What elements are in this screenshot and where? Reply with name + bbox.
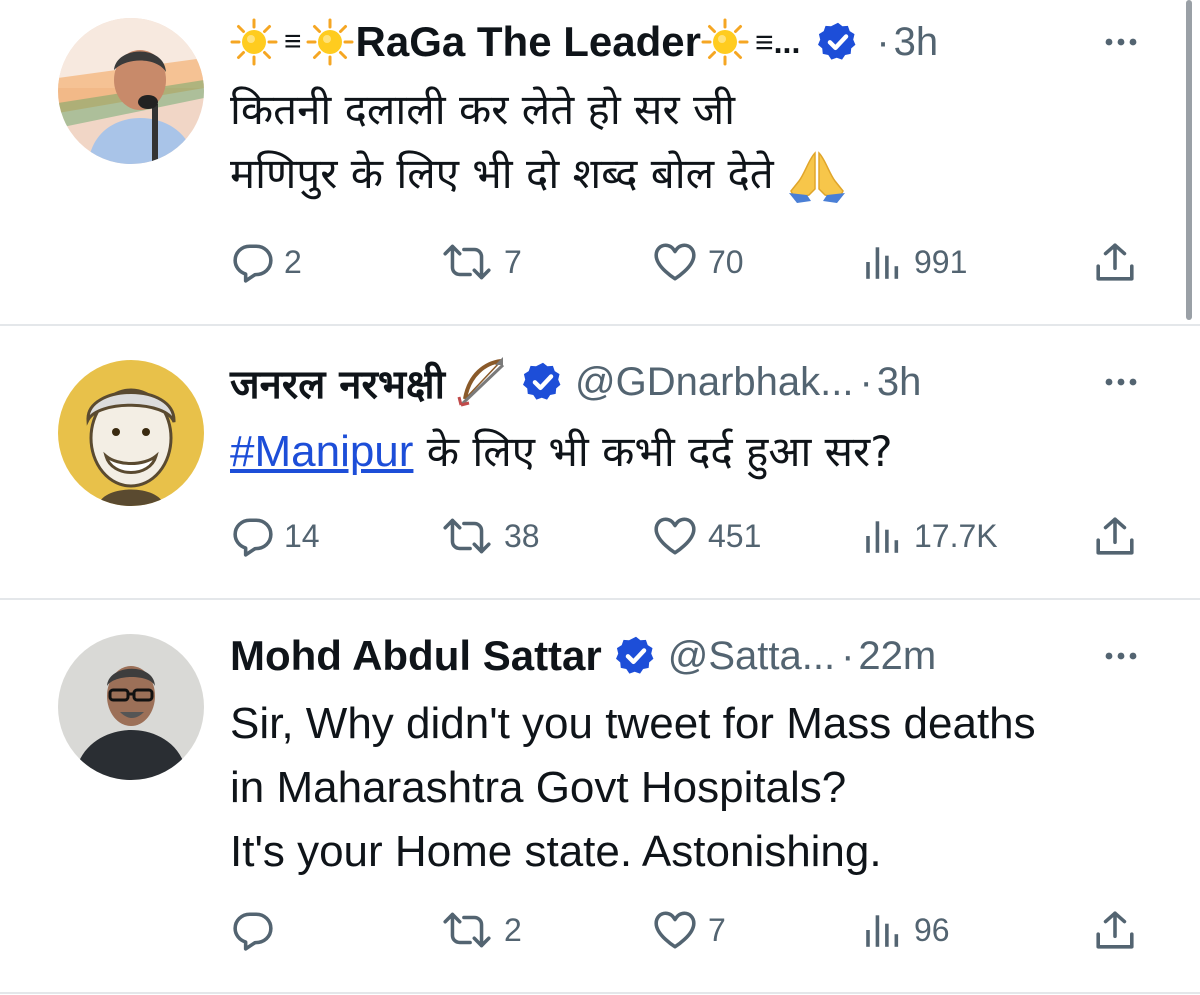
share-icon — [1094, 515, 1136, 557]
tweet-text: कितनी दलाली कर लेते हो सर जी मणिपुर के ल… — [230, 78, 1170, 206]
reply-button[interactable] — [232, 900, 284, 960]
share-icon — [1094, 241, 1136, 283]
display-name[interactable]: जनरल नरभक्षी — [230, 355, 445, 410]
tweet-actions: 14 38 451 17.7K — [0, 506, 1200, 566]
like-icon — [652, 515, 698, 557]
tweet-text-line: कितनी दलाली कर लेते हो सर जी — [230, 85, 736, 134]
views-icon — [862, 909, 904, 951]
tweet-header: जनरल नरभक्षी @GDnarbhak... · 3h — [230, 354, 1140, 410]
tweet-actions: 2 7 96 — [0, 900, 1200, 960]
retweet-button[interactable]: 2 — [440, 900, 522, 960]
handle[interactable]: @GDnarbhak... — [575, 360, 854, 405]
tweet-text-line: मणिपुर के लिए भी दो शब्द बोल देते — [230, 142, 1170, 206]
views-button[interactable]: 17.7K — [862, 506, 998, 566]
retweet-count: 38 — [504, 517, 540, 554]
like-button[interactable]: 451 — [652, 506, 761, 566]
retweet-icon — [440, 515, 494, 557]
reply-icon — [232, 241, 274, 283]
retweet-icon — [440, 909, 494, 951]
avatar[interactable] — [58, 634, 204, 780]
verified-badge-icon — [816, 20, 860, 64]
timestamp[interactable]: 22m — [858, 634, 936, 679]
like-count: 7 — [708, 911, 726, 948]
share-button[interactable] — [1094, 900, 1136, 960]
sun-icon — [230, 18, 278, 66]
views-button[interactable]: 991 — [862, 232, 967, 292]
retweet-count: 7 — [504, 243, 522, 280]
separator-dot: · — [841, 633, 855, 678]
sun-icon — [306, 18, 354, 66]
pray-hands-icon — [789, 150, 846, 203]
tweet-header: ≡ RaGa The Leader ≡... · 3h — [230, 14, 1140, 70]
bow-arrow-icon — [457, 357, 505, 407]
views-icon — [862, 241, 904, 283]
share-button[interactable] — [1094, 232, 1136, 292]
tweet-actions: 2 7 70 991 — [0, 232, 1200, 292]
tweet-card-2[interactable]: जनरल नरभक्षी @GDnarbhak... · 3h #Manipur… — [0, 326, 1200, 600]
share-icon — [1094, 909, 1136, 951]
reply-count: 14 — [284, 517, 320, 554]
avatar[interactable] — [58, 18, 204, 164]
like-count: 70 — [708, 243, 744, 280]
tweet-header: Mohd Abdul Sattar @Satta... · 22m — [230, 628, 1140, 684]
like-count: 451 — [708, 517, 762, 554]
tweet-card-1[interactable]: ≡ RaGa The Leader ≡... · 3h कितनी दलाली … — [0, 0, 1200, 326]
name-decoration: ≡ — [284, 25, 302, 58]
display-name[interactable]: RaGa The Leader — [356, 18, 701, 66]
views-icon — [862, 515, 904, 557]
separator-dot: · — [876, 19, 890, 64]
views-count: 17.7K — [914, 517, 998, 554]
reply-icon — [232, 909, 274, 951]
tweet-text: #Manipur के लिए भी कभी दर्द हुआ सर? — [230, 420, 1170, 484]
tweet-text-line: Sir, Why didn't you tweet for Mass death… — [230, 699, 1036, 748]
timestamp[interactable]: 3h — [877, 360, 922, 405]
reply-button[interactable]: 2 — [232, 232, 302, 292]
tweet-card-3[interactable]: Mohd Abdul Sattar @Satta... · 22m Sir, W… — [0, 600, 1200, 995]
verified-badge-icon — [521, 360, 565, 404]
views-count: 991 — [914, 243, 968, 280]
sun-icon — [701, 18, 749, 66]
reply-icon — [232, 515, 274, 557]
more-options-button[interactable] — [1080, 628, 1140, 684]
more-icon — [1102, 36, 1140, 48]
like-button[interactable]: 7 — [652, 900, 726, 960]
display-name[interactable]: Mohd Abdul Sattar — [230, 632, 602, 680]
retweet-button[interactable]: 7 — [440, 232, 522, 292]
tweet-text-line: #Manipur के लिए भी कभी दर्द हुआ सर? — [230, 427, 893, 476]
name-decoration: ≡... — [754, 23, 801, 60]
more-icon — [1102, 376, 1140, 388]
separator-dot: · — [859, 359, 873, 404]
retweet-icon — [440, 241, 494, 283]
like-button[interactable]: 70 — [652, 232, 744, 292]
tweet-text-line: in Maharashtra Govt Hospitals? — [230, 763, 847, 812]
more-options-button[interactable] — [1080, 354, 1140, 410]
tweet-text-line: It's your Home state. Astonishing. — [230, 827, 882, 876]
avatar[interactable] — [58, 360, 204, 506]
reply-count: 2 — [284, 243, 302, 280]
tweet-text: Sir, Why didn't you tweet for Mass death… — [230, 692, 1170, 884]
views-button[interactable]: 96 — [862, 900, 950, 960]
like-icon — [652, 241, 698, 283]
more-icon — [1102, 650, 1140, 662]
timestamp[interactable]: 3h — [894, 20, 939, 65]
views-count: 96 — [914, 911, 950, 948]
handle[interactable]: @Satta... — [668, 634, 835, 679]
hashtag-link[interactable]: #Manipur — [230, 427, 413, 476]
share-button[interactable] — [1094, 506, 1136, 566]
retweet-button[interactable]: 38 — [440, 506, 540, 566]
verified-badge-icon — [614, 634, 658, 678]
reply-button[interactable]: 14 — [232, 506, 320, 566]
divider — [0, 992, 1200, 994]
more-options-button[interactable] — [1080, 14, 1140, 70]
retweet-count: 2 — [504, 911, 522, 948]
like-icon — [652, 909, 698, 951]
